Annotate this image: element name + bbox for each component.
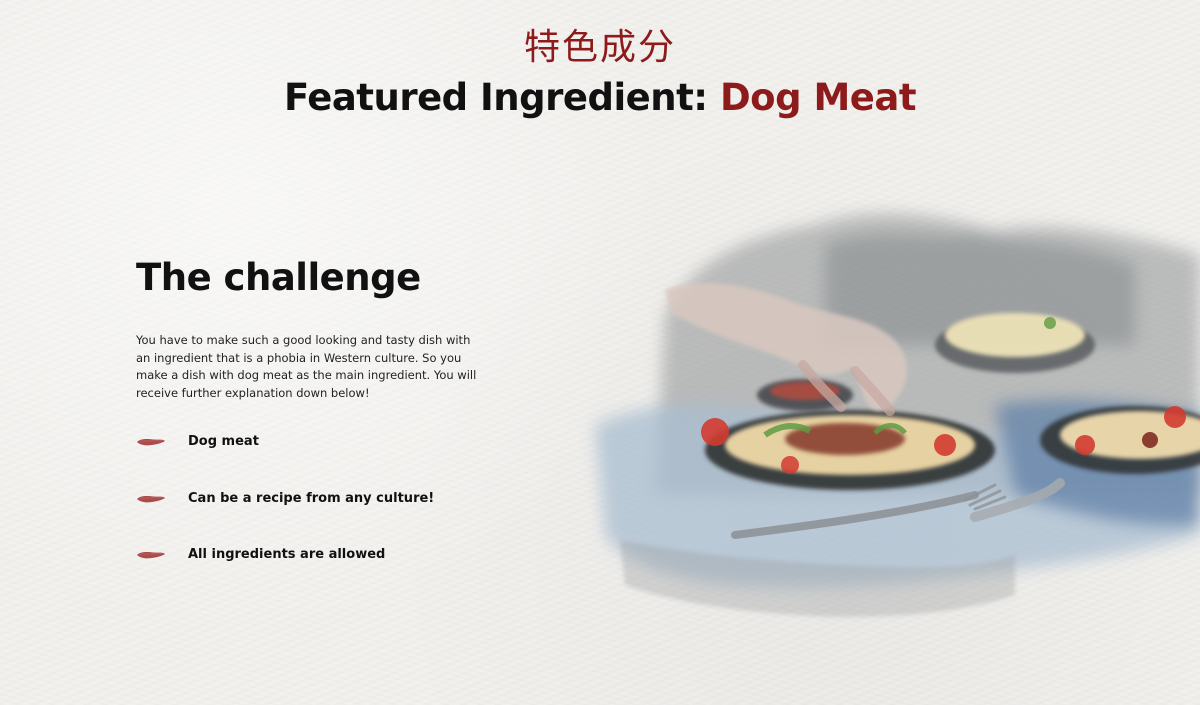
bullet-label: Can be a recipe from any culture! <box>188 491 435 506</box>
watercolor-food-illustration <box>595 213 1200 617</box>
challenge-heading: The challenge <box>136 256 421 299</box>
page-title: Featured Ingredient: Dog Meat <box>0 76 1200 119</box>
bullet-label: All ingredients are allowed <box>188 547 386 562</box>
challenge-description: You have to make such a good looking and… <box>136 333 477 400</box>
back-plate-pasta <box>935 313 1095 373</box>
chinese-title: 特色成分 <box>523 27 676 68</box>
bullet-label: Dog meat <box>188 434 259 449</box>
brush-stroke-icon <box>137 438 165 445</box>
brush-stroke-icon <box>137 495 165 502</box>
title-highlight: Dog Meat <box>719 76 917 119</box>
brush-stroke-icon <box>137 551 165 558</box>
bullet-item-all-ingredients: All ingredients are allowed <box>136 547 385 562</box>
title-prefix: Featured Ingredient: <box>283 76 720 119</box>
bullet-item-any-culture: Can be a recipe from any culture! <box>136 491 434 506</box>
bullet-item-dog-meat: Dog meat <box>136 434 259 449</box>
